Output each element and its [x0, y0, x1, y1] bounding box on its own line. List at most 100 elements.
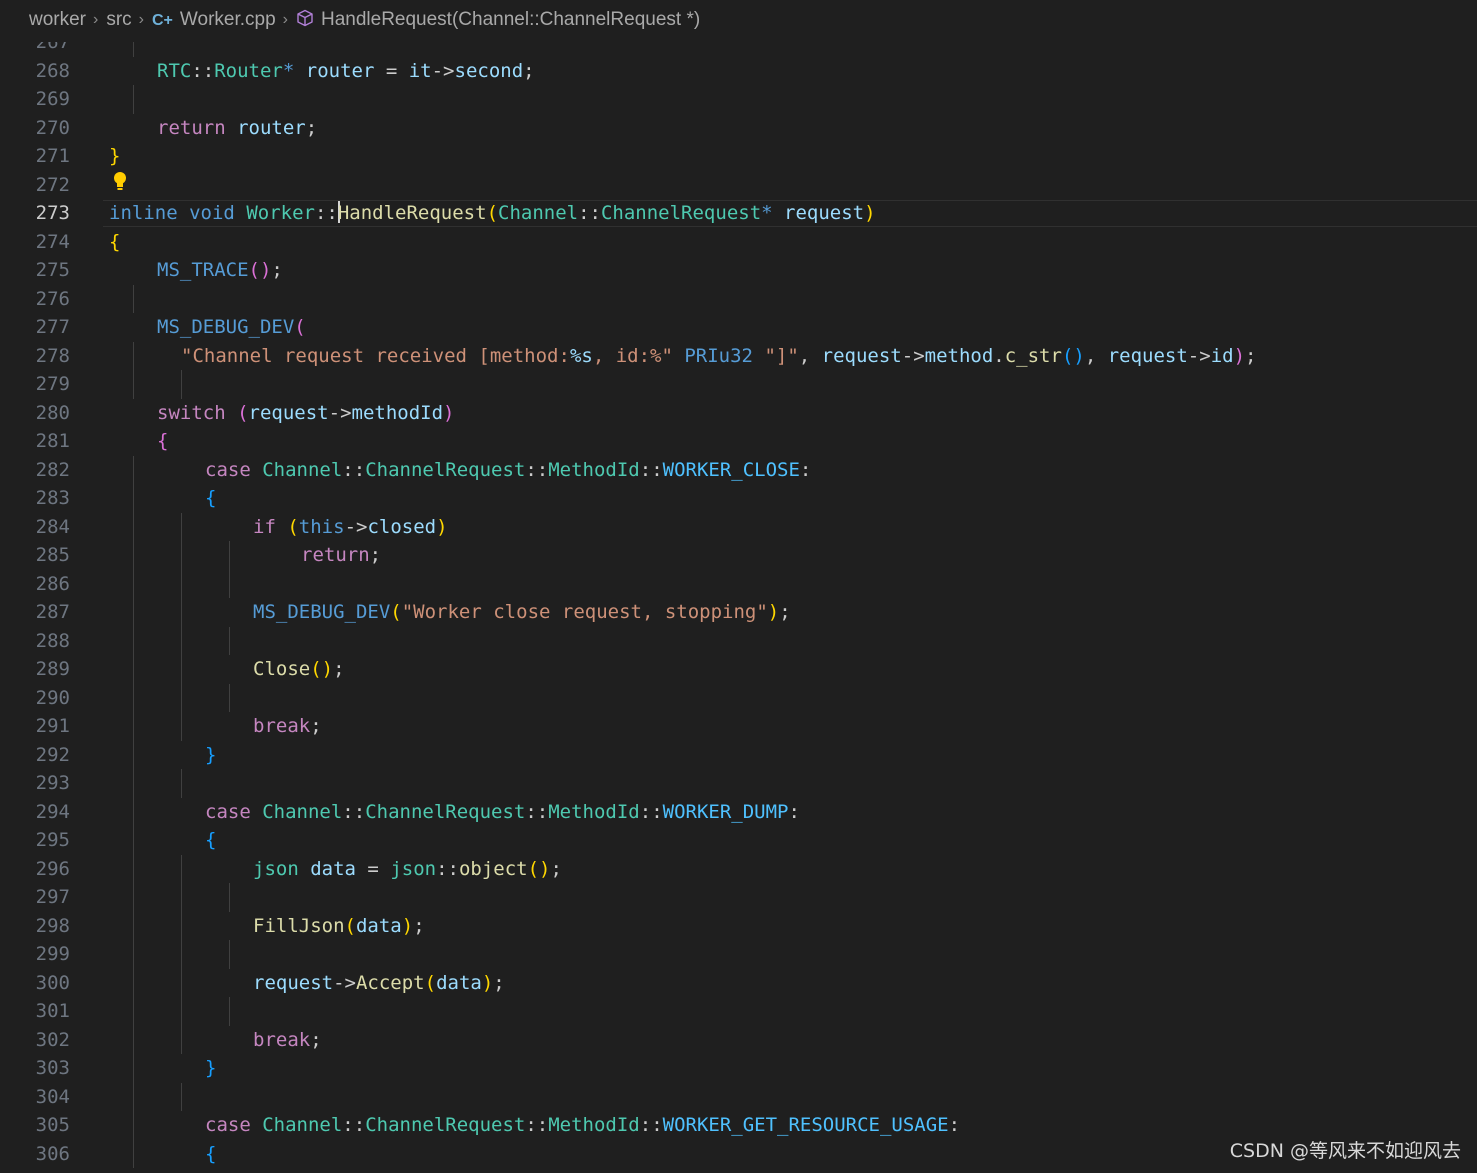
indent-guide	[229, 997, 230, 1026]
indent-guide	[133, 541, 134, 570]
code-line[interactable]: 287 MS_DEBUG_DEV("Worker close request, s…	[0, 598, 1477, 627]
indent-guide	[133, 997, 134, 1026]
code-line[interactable]: 267	[0, 42, 1477, 57]
code-text: break;	[253, 712, 322, 741]
code-token: :	[788, 800, 800, 823]
code-line[interactable]: 276	[0, 284, 1477, 313]
breadcrumb-item-0[interactable]: worker	[29, 9, 86, 31]
code-line[interactable]: 281 {	[0, 427, 1477, 456]
code-line[interactable]: 273 inline void Worker::HandleRequest(Cha…	[0, 199, 1477, 228]
code-line[interactable]: 282 case Channel::ChannelRequest::MethodI…	[0, 455, 1477, 485]
code-line[interactable]: 296 json data = json::object();	[0, 854, 1477, 883]
line-number: 292	[35, 743, 70, 766]
code-text: case Channel::ChannelRequest::MethodId::…	[205, 456, 811, 485]
code-line[interactable]: 293	[0, 769, 1477, 798]
code-line[interactable]: 301	[0, 997, 1477, 1026]
indent-guide	[181, 370, 182, 399]
indent-guide	[133, 1139, 134, 1168]
breadcrumb: worker › src › C+ Worker.cpp › HandleRequest(Ch…	[0, 0, 1477, 40]
line-number: 298	[35, 914, 70, 937]
code-line[interactable]: 274 {	[0, 228, 1477, 257]
indent-guide	[133, 484, 134, 513]
breadcrumb-item-2[interactable]: C+ Worker.cpp	[152, 9, 276, 31]
code-text: return;	[301, 541, 381, 570]
code-token: Channel	[262, 800, 343, 823]
code-text: {	[109, 228, 120, 257]
breadcrumb-item-3[interactable]: HandleRequest(Channel::ChannelRequest *)	[296, 9, 700, 31]
code-line[interactable]: 279	[0, 370, 1477, 399]
chevron-right-icon: ›	[93, 11, 99, 28]
code-text: MS_TRACE();	[157, 256, 283, 285]
code-line[interactable]: 298 FillJson(data);	[0, 911, 1477, 940]
code-line[interactable]: 294 case Channel::ChannelRequest::MethodI…	[0, 797, 1477, 826]
code-line[interactable]: 286	[0, 569, 1477, 598]
code-line[interactable]: 289 Close();	[0, 655, 1477, 684]
code-line[interactable]: 291 break;	[0, 712, 1477, 741]
code-line[interactable]: 297	[0, 883, 1477, 912]
code-token: =	[374, 59, 409, 82]
line-number: 290	[35, 686, 70, 709]
line-number: 274	[35, 230, 70, 253]
code-line[interactable]: 304	[0, 1082, 1477, 1111]
code-line[interactable]: 272	[0, 171, 1477, 200]
indent-guide	[229, 883, 230, 912]
code-line[interactable]: 275 MS_TRACE();	[0, 256, 1477, 285]
code-token: return	[157, 116, 226, 139]
code-text: break;	[253, 1026, 322, 1055]
code-token: (	[287, 515, 299, 538]
code-line[interactable]: 271}	[0, 142, 1477, 171]
code-token: request	[1107, 344, 1188, 367]
code-line[interactable]: 288	[0, 626, 1477, 655]
code-line[interactable]: 283 {	[0, 484, 1477, 513]
code-token: *	[282, 59, 306, 82]
code-editor[interactable]: 267 268 RTC::Router* router = it->second; 2…	[0, 42, 1477, 1173]
indent-guide	[133, 598, 134, 627]
indent-guide	[133, 1082, 134, 1111]
code-token: {	[205, 1142, 217, 1165]
code-line[interactable]: 300 request->Accept(data);	[0, 968, 1477, 997]
code-line[interactable]: 277 MS_DEBUG_DEV(	[0, 313, 1477, 342]
indent-guide	[133, 968, 134, 997]
code-token: ;	[493, 971, 505, 994]
code-token: ::	[342, 800, 366, 823]
line-number: 297	[35, 886, 70, 908]
code-token: ;	[333, 658, 345, 680]
lightbulb-icon[interactable]	[113, 171, 127, 193]
code-token: PRIu32	[684, 344, 753, 367]
code-line[interactable]: 295 {	[0, 826, 1477, 855]
code-line[interactable]: 299	[0, 940, 1477, 969]
indent-guide	[181, 769, 182, 798]
code-line[interactable]: 292}	[0, 740, 1477, 769]
indent-guide	[229, 626, 230, 655]
code-line[interactable]: 280 switch (request->methodId)	[0, 399, 1477, 428]
line-number: 271	[35, 145, 70, 167]
indent-guide	[181, 968, 182, 997]
indent-guide	[181, 712, 182, 741]
code-line[interactable]: 284 if (this->closed)	[0, 512, 1477, 541]
code-line[interactable]: 290	[0, 683, 1477, 712]
code-line[interactable]: 269	[0, 85, 1477, 114]
code-token: MS_DEBUG_DEV	[157, 316, 295, 338]
code-line[interactable]: 285 return;	[0, 541, 1477, 570]
code-token: ,	[1084, 344, 1108, 367]
indent-guide	[133, 797, 134, 826]
line-number: 303	[35, 1057, 70, 1079]
code-line[interactable]: 268 RTC::Router* router = it->second;	[0, 57, 1477, 86]
code-line[interactable]: 278 "Channel request received [method:%s,…	[0, 341, 1477, 370]
code-text: inline void Worker::HandleRequest(Channe…	[109, 199, 876, 228]
code-line[interactable]: 270 return router;	[0, 114, 1477, 143]
indent-guide	[229, 541, 230, 570]
code-line[interactable]: 302 break;	[0, 1025, 1477, 1055]
breadcrumb-item-1[interactable]: src	[106, 9, 131, 31]
line-number: 280	[35, 401, 70, 424]
code-text: return router;	[157, 114, 317, 143]
line-number: 281	[35, 430, 70, 452]
code-token: *	[761, 202, 785, 224]
code-token: second	[454, 59, 524, 82]
code-line[interactable]: 303}	[0, 1054, 1477, 1083]
code-token: Accept	[355, 971, 425, 994]
line-number: 272	[35, 173, 70, 196]
